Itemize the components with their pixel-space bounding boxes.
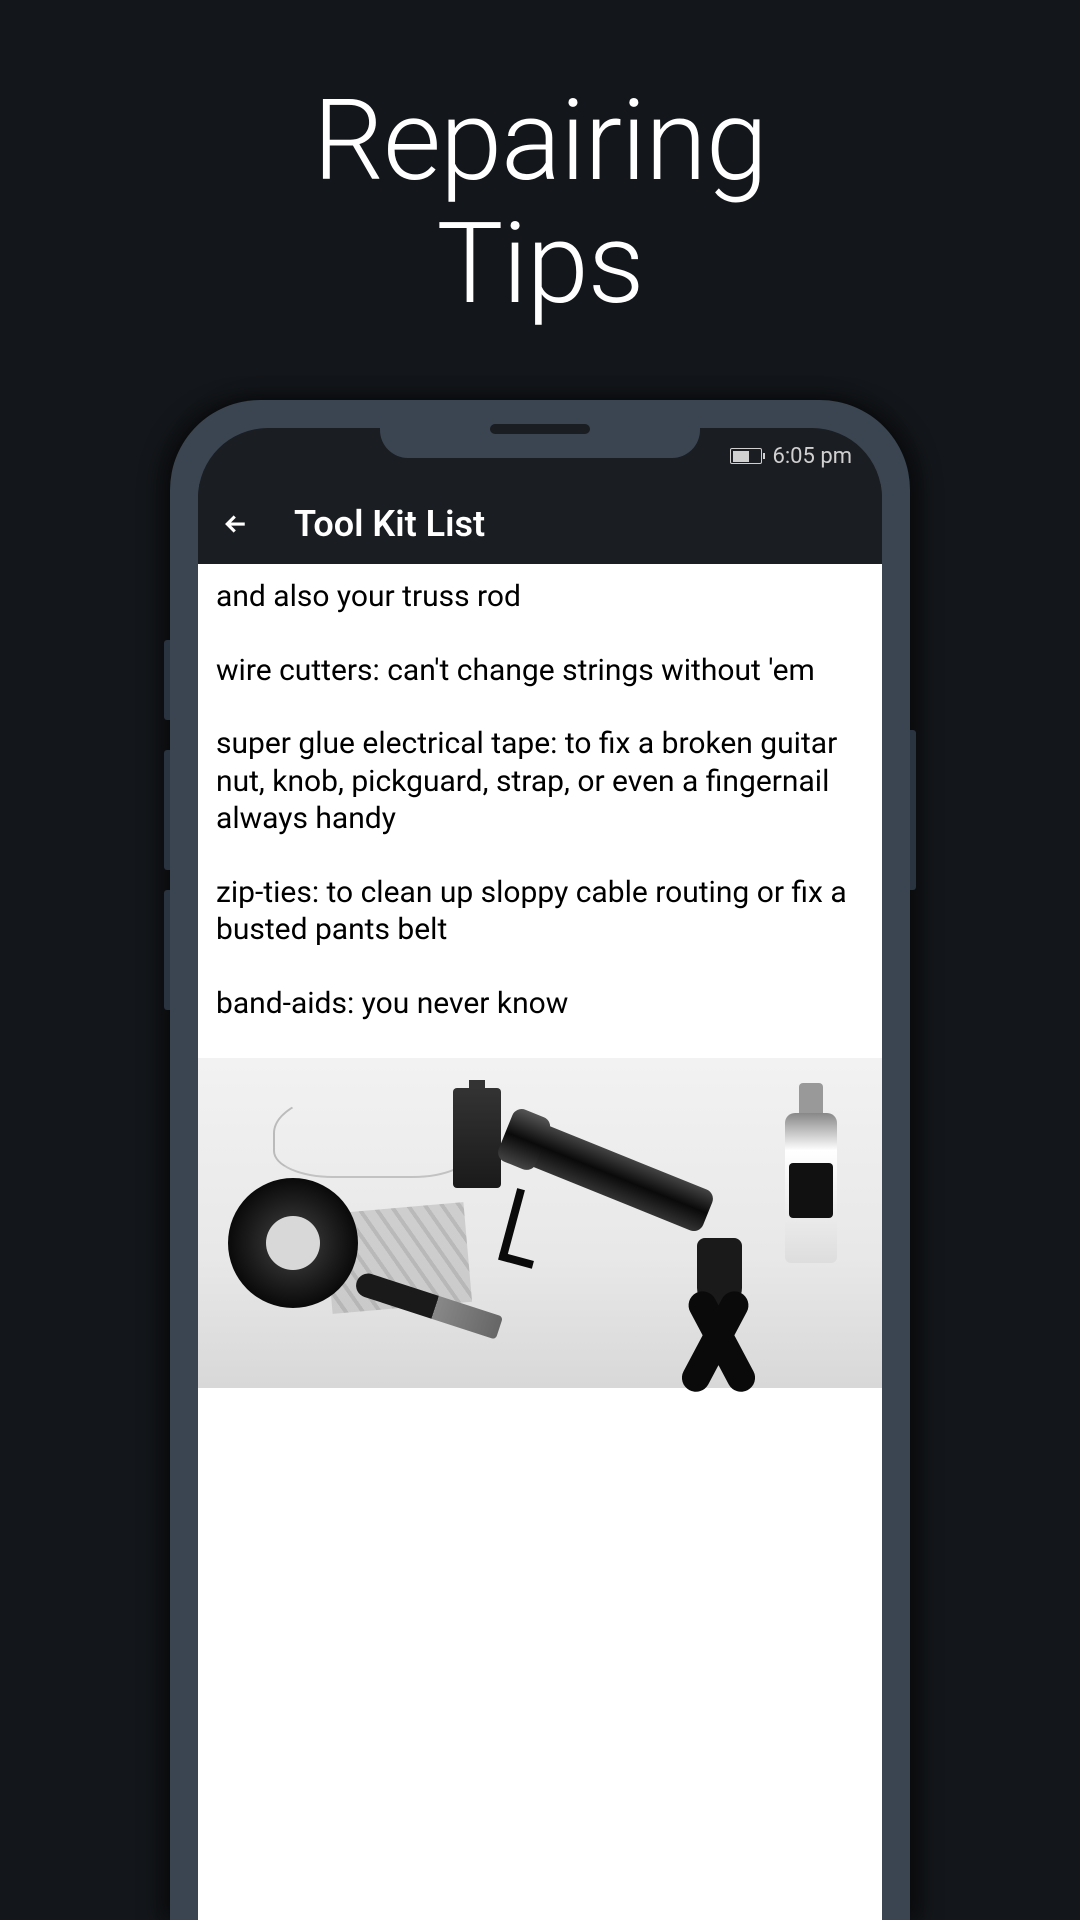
phone-screen: 6:05 pm Tool Kit List and also your trus… [198, 428, 882, 1920]
promo-title: Repairing Tips [0, 0, 1080, 326]
phone-side-button [164, 640, 170, 720]
paragraph: band-aids: you never know [216, 985, 864, 1023]
phone-volume-down [164, 890, 170, 1010]
phone-volume-up [164, 750, 170, 870]
article-text: and also your truss rod wire cutters: ca… [198, 564, 882, 1022]
flashlight-icon [505, 1115, 716, 1234]
paragraph: and also your truss rod [216, 578, 864, 616]
phone-speaker [490, 424, 590, 434]
electrical-tape-icon [228, 1178, 358, 1308]
page-title: Tool Kit List [294, 503, 485, 545]
phone-notch [380, 400, 700, 458]
toolkit-image [198, 1058, 882, 1388]
paragraph: super glue electrical tape: to fix a bro… [216, 725, 864, 838]
back-button[interactable] [218, 506, 254, 542]
arrow-left-icon [221, 509, 251, 539]
paragraph: zip-ties: to clean up sloppy cable routi… [216, 874, 864, 949]
phone-power-button [910, 730, 916, 890]
status-time: 6:05 pm [772, 444, 852, 469]
allen-key-icon [499, 1188, 525, 1258]
pliers-icon [612, 1228, 812, 1378]
phone-frame: 6:05 pm Tool Kit List and also your trus… [170, 400, 910, 1920]
paragraph: wire cutters: can't change strings witho… [216, 652, 864, 690]
battery-9v-icon [453, 1088, 501, 1188]
promo-title-line2: Tips [437, 199, 644, 330]
battery-icon [730, 448, 762, 464]
guitar-strings-icon [273, 1088, 473, 1178]
promo-title-line1: Repairing [313, 76, 767, 207]
app-header: Tool Kit List [198, 484, 882, 564]
content-area[interactable]: and also your truss rod wire cutters: ca… [198, 564, 882, 1920]
